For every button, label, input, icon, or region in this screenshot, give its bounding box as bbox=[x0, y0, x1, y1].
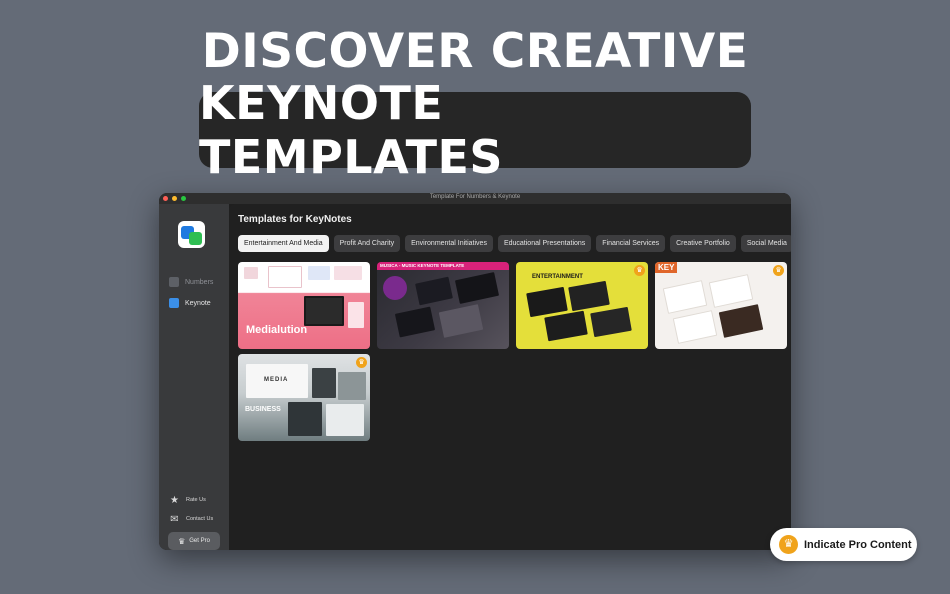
pro-crown-icon: ♛ bbox=[634, 265, 645, 276]
hero-headline-box: KEYNOTE TEMPLATES bbox=[199, 76, 751, 184]
app-window: Template For Numbers & Keynote Numbers K… bbox=[159, 193, 791, 550]
template-title: Medialution bbox=[246, 324, 308, 336]
tab-profit-and-charity[interactable]: Profit And Charity bbox=[333, 235, 401, 252]
get-pro-button[interactable]: ♛ Get Pro bbox=[168, 532, 220, 550]
get-pro-label: Get Pro bbox=[189, 538, 210, 544]
main-content: Templates for KeyNotes Entertainment And… bbox=[229, 204, 791, 550]
page-title: Templates for KeyNotes bbox=[238, 214, 352, 225]
tab-educational-presentations[interactable]: Educational Presentations bbox=[497, 235, 592, 252]
tab-environmental-initiatives[interactable]: Environmental Initiatives bbox=[405, 235, 493, 252]
window-title: Template For Numbers & Keynote bbox=[429, 194, 521, 200]
indicate-pro-content-badge: ♛ Indicate Pro Content bbox=[770, 528, 917, 561]
template-card[interactable]: KEY ♛ bbox=[655, 262, 787, 349]
sidebar-item-numbers[interactable]: Numbers bbox=[169, 275, 213, 289]
hero-headline-line2: KEYNOTE TEMPLATES bbox=[199, 76, 504, 184]
contact-us-button[interactable]: ✉ Contact Us bbox=[169, 513, 213, 525]
pro-crown-icon: ♛ bbox=[356, 357, 367, 368]
template-subtitle: BUSINESS bbox=[245, 406, 281, 413]
template-card[interactable]: ENTERTAINMENT ♛ bbox=[516, 262, 648, 349]
template-card[interactable]: MUSICA - MUSIC KEYNOTE TEMPLATE bbox=[377, 262, 509, 349]
tab-entertainment-and-media[interactable]: Entertainment And Media bbox=[238, 235, 329, 252]
indicate-pro-label: Indicate Pro Content bbox=[804, 538, 912, 551]
pro-crown-icon: ♛ bbox=[773, 265, 784, 276]
tab-social-media[interactable]: Social Media bbox=[740, 235, 791, 252]
keynote-podium-icon bbox=[169, 298, 179, 308]
window-titlebar: Template For Numbers & Keynote bbox=[159, 193, 791, 204]
tab-creative-portfolio[interactable]: Creative Portfolio bbox=[670, 235, 736, 252]
hero-headline-line1: DISCOVER CREATIVE bbox=[201, 24, 749, 79]
template-card[interactable]: MEDIA BUSINESS ♛ bbox=[238, 354, 370, 441]
rate-us-label: Rate Us bbox=[186, 497, 206, 503]
template-card[interactable]: Medialution bbox=[238, 262, 370, 349]
template-title: MUSICA - MUSIC KEYNOTE TEMPLATE bbox=[377, 262, 509, 270]
app-logo-icon bbox=[178, 221, 205, 248]
tab-financial-services[interactable]: Financial Services bbox=[596, 235, 666, 252]
sidebar-item-label: Keynote bbox=[185, 299, 211, 307]
sidebar: Numbers Keynote ★ Rate Us ✉ Contact Us ♛… bbox=[159, 204, 229, 550]
sidebar-item-label: Numbers bbox=[185, 278, 214, 286]
crown-icon: ♛ bbox=[178, 536, 186, 546]
crown-icon: ♛ bbox=[779, 535, 798, 554]
template-grid: Medialution MUSICA - MUSIC KEYNOTE TEMPL… bbox=[238, 262, 787, 441]
rate-us-button[interactable]: ★ Rate Us bbox=[169, 494, 206, 506]
sidebar-item-keynote[interactable]: Keynote bbox=[169, 296, 211, 310]
contact-us-label: Contact Us bbox=[186, 516, 214, 522]
numbers-chart-icon bbox=[169, 277, 179, 287]
star-icon: ★ bbox=[170, 494, 179, 506]
mail-icon: ✉ bbox=[170, 513, 179, 525]
template-title: ENTERTAINMENT bbox=[532, 274, 583, 280]
template-title: KEY bbox=[655, 262, 678, 273]
category-tabs: Entertainment And Media Profit And Chari… bbox=[238, 235, 791, 252]
template-title: MEDIA bbox=[264, 377, 289, 383]
